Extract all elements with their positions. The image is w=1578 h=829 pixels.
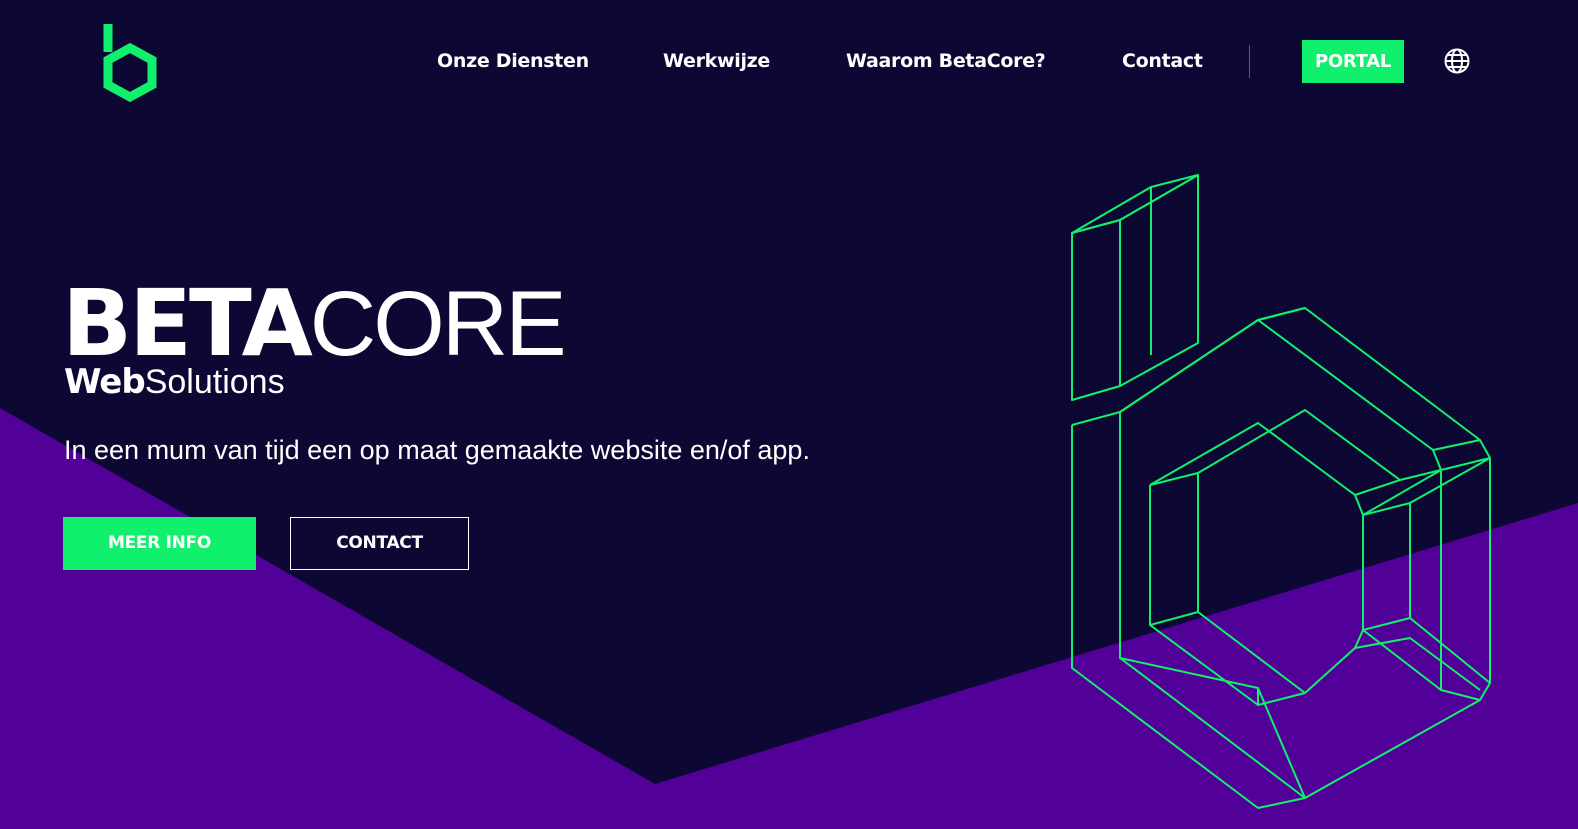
page: Onze Diensten Werkwijze Waarom BetaCore?… [0,0,1578,829]
nav-divider [1249,45,1250,78]
hero-subtitle-thin: Solutions [144,363,285,401]
hero-subtitle-bold: Web [64,362,146,402]
hero-tagline: In een mum van tijd een op maat gemaakte… [64,435,810,465]
hero-subtitle: WebSolutions [64,362,285,402]
contact-button[interactable]: CONTACT [290,517,469,570]
nav-link-waarom-betacore[interactable]: Waarom BetaCore? [846,48,1046,74]
betacore-logo-icon[interactable] [100,22,160,102]
background-shapes [0,0,1578,829]
nav-link-werkwijze[interactable]: Werkwijze [663,48,770,74]
hero-title: BETACORE [62,273,567,375]
meer-info-button[interactable]: MEER INFO [63,517,256,570]
hero-title-bold: BETA [62,270,313,377]
globe-icon[interactable] [1443,47,1471,75]
hero-title-thin: CORE [309,273,567,375]
nav-link-onze-diensten[interactable]: Onze Diensten [437,48,589,74]
nav-link-contact[interactable]: Contact [1122,48,1203,74]
portal-button[interactable]: PORTAL [1302,40,1404,83]
